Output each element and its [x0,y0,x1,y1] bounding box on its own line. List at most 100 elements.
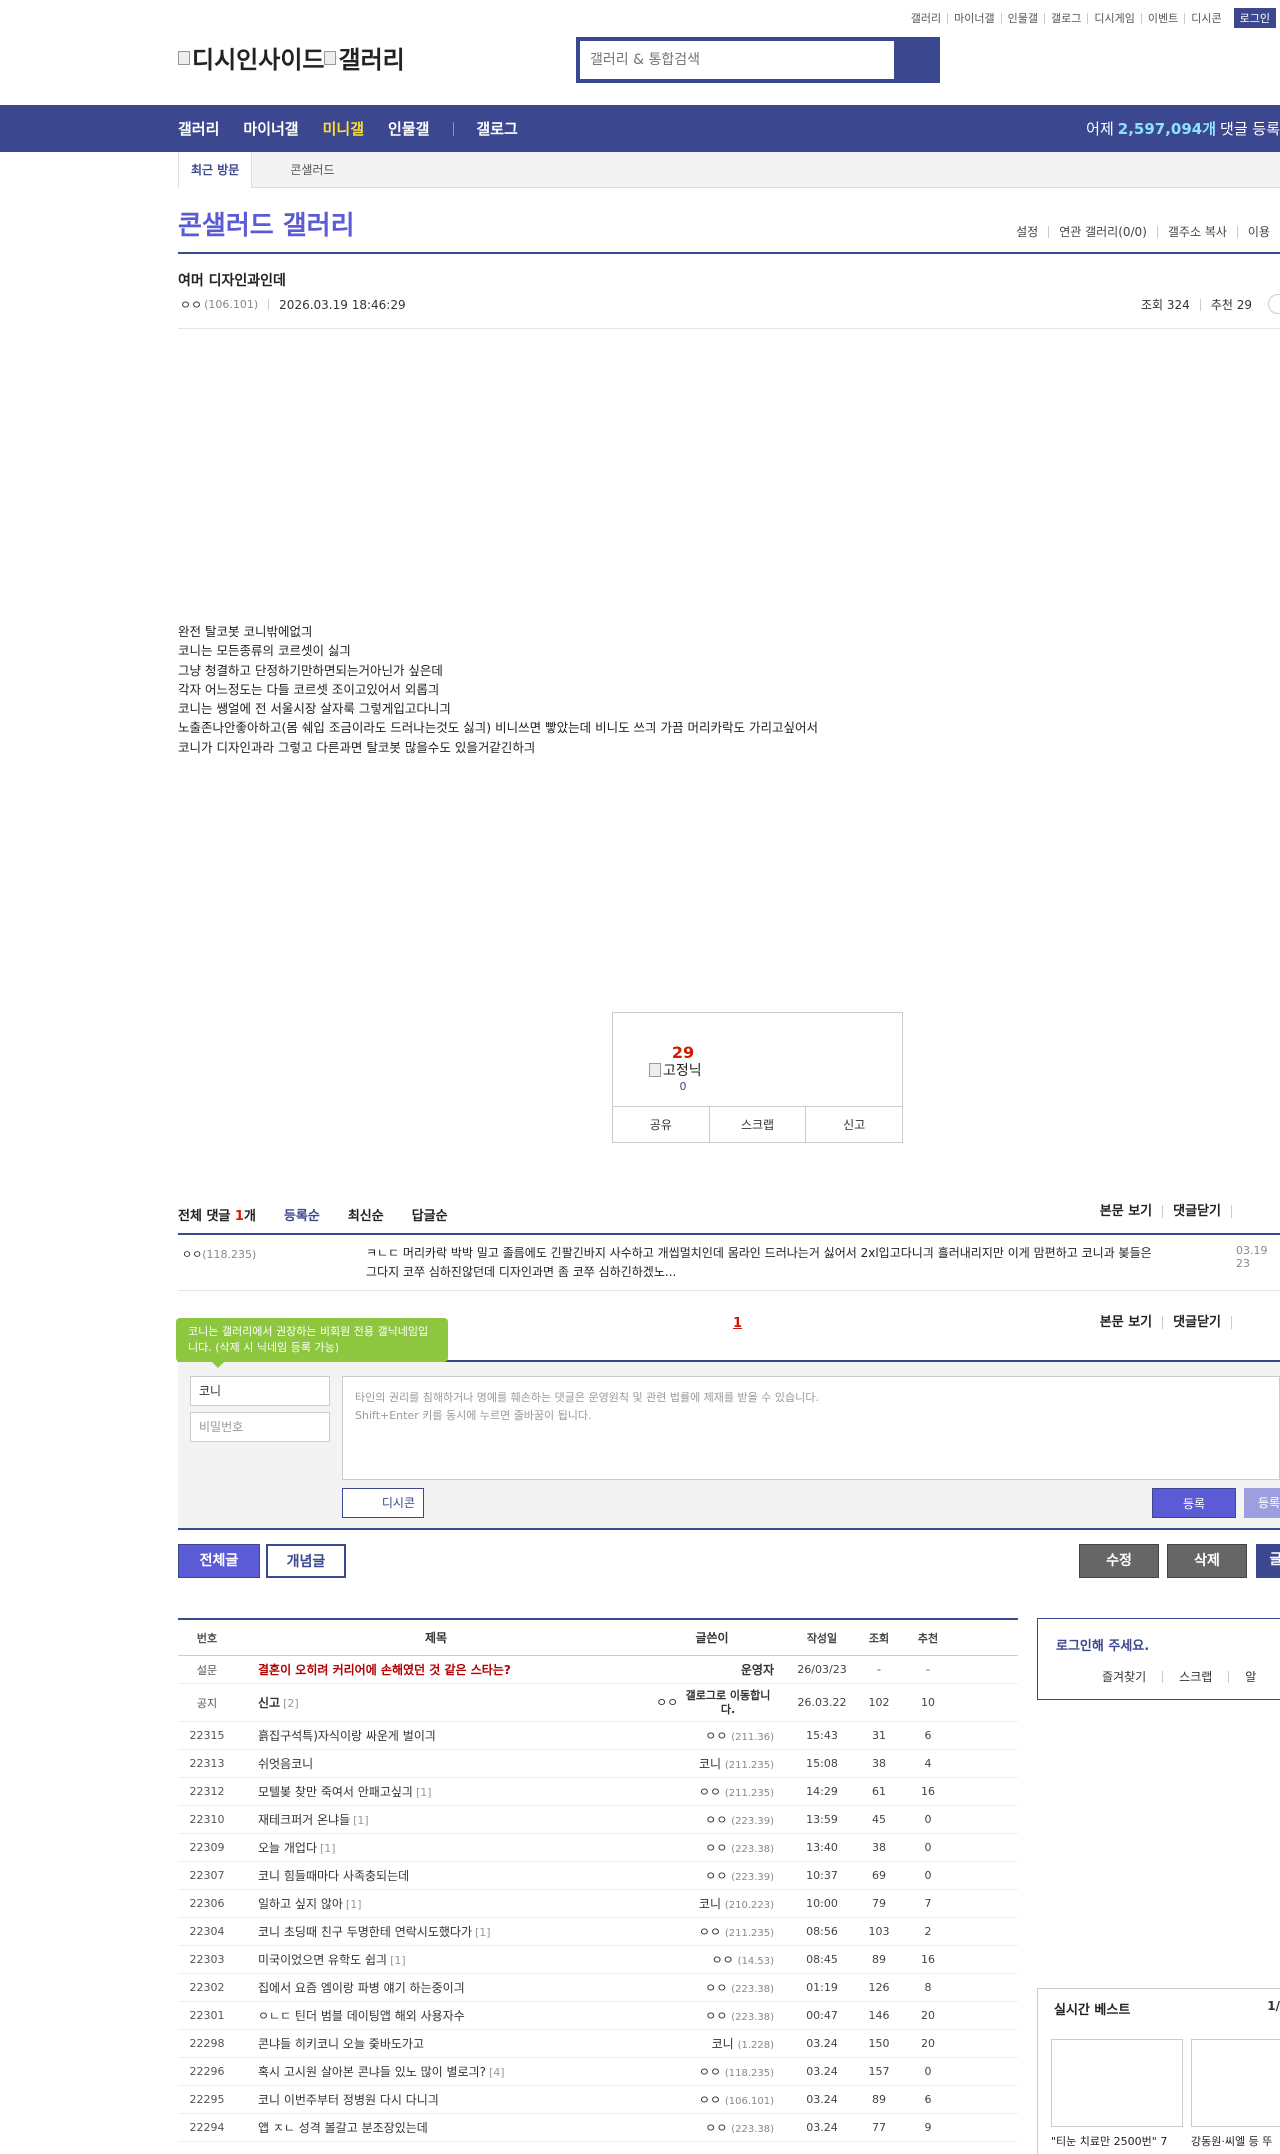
row-subject[interactable]: 흙집구석특)자식이랑 싸운게 벌이긔 [236,1727,636,1744]
edit-button[interactable]: 수정 [1079,1544,1159,1578]
util-link[interactable]: 이벤트 [1140,12,1184,24]
nickname-field[interactable]: 코니 [190,1376,330,1406]
dccon-button[interactable]: 디시콘 [342,1488,424,1518]
row-subject-text[interactable]: ㅇㄴㄷ 틴더 범블 데이팅앱 해외 사용자수 [258,2009,465,2023]
row-writer-nick[interactable]: 코니 [699,1757,721,1771]
util-link[interactable]: 디시게임 [1087,12,1140,24]
row-writer[interactable]: ㅇㅇ (223.38) [636,2119,788,2136]
recent-visit-tab[interactable]: 최근 방문 [178,151,253,188]
row-subject[interactable]: ㅇㄴㄷ 틴더 범블 데이팅앱 해외 사용자수 [236,2007,636,2024]
row-subject[interactable]: 미국이었으면 유학도 쉽긔 [1] [236,1951,636,1968]
row-subject[interactable]: 코니 힘들때마다 사족충되는데 [236,1867,636,1884]
close-comments-link[interactable]: 댓글닫기 [1162,1316,1231,1329]
row-subject-text[interactable]: 흙집구석특)자식이랑 싸운게 벌이긔 [258,1729,436,1743]
row-writer-nick[interactable]: ㅇㅇ [705,1981,727,1995]
row-writer[interactable]: ㅇㅇ (223.38) [636,2007,788,2024]
util-link[interactable]: 갤로그 [1044,12,1087,24]
concept-posts-button[interactable]: 개념글 [266,1544,346,1578]
recent-visit-item[interactable]: 콘샐러드 [290,161,334,178]
row-writer-nick[interactable]: ㅇㅇ [699,2093,721,2107]
row-subject-text[interactable]: 신고 [258,1696,280,1710]
best-caption[interactable]: "티눈 치료만 2500번" 7 [1051,2133,1167,2149]
row-subject[interactable]: 코니 초딩때 친구 두명한테 연락시도했다가 [1] [236,1923,636,1940]
row-subject-text[interactable]: 결혼이 오히려 커리어에 손해였던 것 같은 스타는? [258,1663,511,1677]
view-body-link[interactable]: 본문 보기 [1090,1205,1162,1218]
password-field[interactable]: 비밀번호 [190,1412,330,1442]
gnb-item-mini[interactable]: 미니갤 [323,118,364,139]
row-writer[interactable]: 코니 (211.235) [636,1755,788,1772]
scrap-button[interactable]: 스크랩 [708,1107,806,1142]
row-subject-text[interactable]: 코니 힘들때마다 사족충되는데 [258,1869,409,1883]
row-writer[interactable]: 운영자 [636,1661,788,1678]
best-caption[interactable]: 강동원·씨엘 등 뚜 [1191,2133,1272,2149]
sort-reply[interactable]: 답글순 [412,1205,448,1224]
sort-registered[interactable]: 등록순 [284,1205,320,1224]
row-subject[interactable]: 혹시 고시원 살아본 콘냐들 있노 많이 별로긔? [4] [236,2063,636,2080]
row-comment-count[interactable]: [4] [489,2066,505,2079]
comment-textarea[interactable]: 타인의 권리를 침해하거나 명예를 훼손하는 댓글은 운영원칙 및 관련 법률에… [342,1376,1280,1480]
row-writer-nick[interactable]: 코니 [699,1897,721,1911]
more-options-icon[interactable] [1268,294,1280,314]
row-comment-count[interactable]: [1] [416,1786,432,1799]
gnb-item-gallog[interactable]: 갤로그 [476,118,517,139]
row-writer-nick[interactable]: ㅇㅇ [705,1813,727,1827]
comment-page-1[interactable]: 1 [733,1316,742,1331]
row-subject[interactable]: 모텔봊 찾만 죽여서 안패고싶긔 [1] [236,1783,636,1800]
util-link[interactable]: 갤러리 [905,13,947,24]
login-prompt[interactable]: 로그인해 주세요. [1056,1635,1149,1654]
row-subject-text[interactable]: 재테크퍼거 온냐들 [258,1813,350,1827]
row-subject[interactable]: 코니 이번주부터 정병원 다시 다니긔 [236,2091,636,2108]
comment-author[interactable]: ㅇㅇ(118.235) [182,1246,256,1262]
post-author[interactable]: ㅇㅇ [180,296,202,313]
row-subject-text[interactable]: 일하고 싶지 않아 [258,1897,343,1911]
row-writer[interactable]: ㅇㅇ (211.235) [636,1783,788,1800]
row-subject-text[interactable]: 코니 이번주부터 정병원 다시 다니긔 [258,2093,439,2107]
row-writer-nick[interactable]: ㅇㅇ [705,2009,727,2023]
row-writer[interactable]: 코니 (1.228) [636,2035,788,2052]
row-writer[interactable]: ㅇㅇ (211.36) [636,1727,788,1744]
row-subject[interactable]: 일하고 싶지 않아 [1] [236,1895,636,1912]
write-button[interactable]: 글 [1256,1544,1280,1578]
row-subject-text[interactable]: 오늘 개업다 [258,1841,317,1855]
site-logo[interactable]: 디시인사이드 갤러리 [178,40,405,75]
row-subject[interactable]: 콘냐들 히키코니 오늘 줒바도가고 [236,2035,636,2052]
gnb-item-gallery[interactable]: 갤러리 [178,118,219,139]
comment-actions-more[interactable] [1231,1205,1252,1218]
report-button[interactable]: 신고 [805,1107,902,1142]
row-comment-count[interactable]: [2] [283,1697,299,1710]
best-thumbnail[interactable] [1191,2039,1280,2127]
util-link[interactable]: 마이너갤 [947,12,1000,24]
row-writer[interactable]: ㅇㅇ 갤로그로 이동합니다. [636,1689,788,1717]
row-writer[interactable]: ㅇㅇ (14.53) [636,1951,788,1968]
row-writer-nick[interactable]: ㅇㅇ [705,1841,727,1855]
sort-latest[interactable]: 최신순 [348,1205,384,1224]
row-writer-nick[interactable]: ㅇㅇ [699,1785,721,1799]
util-link[interactable]: 인물갤 [1000,12,1044,24]
gnb-item-person[interactable]: 인물갤 [388,118,429,139]
search-input[interactable] [580,41,894,79]
util-link[interactable]: 디시콘 [1184,12,1227,24]
search-button[interactable] [894,41,936,79]
row-subject[interactable]: 신고 [2] [236,1694,636,1711]
row-comment-count[interactable]: [1] [320,1842,336,1855]
row-comment-count[interactable]: [1] [353,1814,369,1827]
row-writer-nick[interactable]: ㅇㅇ [705,2121,727,2135]
row-writer[interactable]: ㅇㅇ (106.101) [636,2091,788,2108]
row-subject[interactable]: 오늘 개업다 [1] [236,1839,636,1856]
gallery-title[interactable]: 콘샐러드 갤러리 [178,205,355,242]
all-posts-button[interactable]: 전체글 [178,1544,260,1578]
row-subject[interactable]: 재테크퍼거 온냐들 [1] [236,1811,636,1828]
view-body-link[interactable]: 본문 보기 [1090,1316,1162,1329]
row-writer[interactable]: ㅇㅇ (211.235) [636,1923,788,1940]
row-comment-count[interactable]: [1] [390,1954,406,1967]
share-button[interactable]: 공유 [613,1107,709,1142]
scrap-link[interactable]: 스크랩 [1162,1671,1228,1683]
gnb-item-minor[interactable]: 마이너갤 [243,118,298,139]
gallog-link[interactable]: 갤로그로 이동합니다. [682,1689,774,1717]
row-writer[interactable]: ㅇㅇ (223.39) [636,1811,788,1828]
row-writer-nick[interactable]: ㅇㅇ [699,2065,721,2079]
row-writer-nick[interactable]: ㅇㅇ [705,1729,727,1743]
row-writer-nick[interactable]: 운영자 [741,1663,774,1677]
login-button[interactable]: 로그인 [1233,8,1276,28]
row-subject-text[interactable]: 혹시 고시원 살아본 콘냐들 있노 많이 별로긔? [258,2065,486,2079]
